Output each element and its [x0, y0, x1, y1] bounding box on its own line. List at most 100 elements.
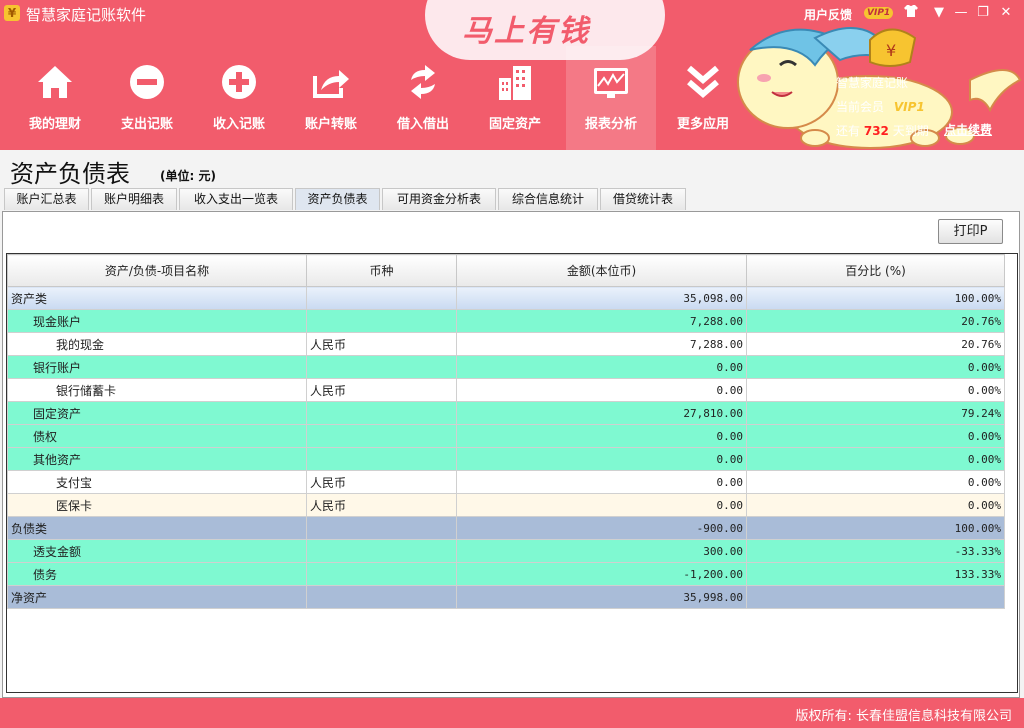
table-row[interactable]: 其他资产 0.00 0.00% [7, 447, 1005, 471]
cell-currency: 人民币 [306, 493, 457, 517]
cell-item-name: 固定资产 [7, 401, 307, 425]
cell-item-name: 其他资产 [7, 447, 307, 471]
toolbar-label: 报表分析 [584, 117, 637, 132]
column-header-percent[interactable]: 百分比 (%) [746, 254, 1005, 287]
cell-percent: 100.00% [746, 286, 1005, 310]
table-row[interactable]: 净资产 35,998.00 [7, 585, 1005, 609]
cell-item-name: 负债类 [7, 516, 307, 540]
header-banner: 马上有钱 ¥ 智慧家庭记账软件 用户反馈 VIP1 ▼ — ❐ ✕ 我的理财 支… [0, 0, 1024, 150]
expiry-days: 732 [863, 124, 889, 138]
cell-amount: 0.00 [456, 470, 747, 494]
cell-item-name: 债务 [7, 562, 307, 586]
toolbar-label: 收入记账 [212, 117, 265, 132]
cell-amount: 0.00 [456, 493, 747, 517]
expiry-suffix: 天到期 [892, 124, 929, 138]
cell-amount: 0.00 [456, 447, 747, 471]
cell-amount: -900.00 [456, 516, 747, 540]
column-header-currency[interactable]: 币种 [306, 254, 457, 287]
toolbar-transfer[interactable]: 账户转账 [286, 46, 376, 150]
transfer-icon [313, 70, 349, 98]
cell-item-name: 净资产 [7, 585, 307, 609]
expiry-prefix: 还有 [836, 124, 861, 138]
svg-text:¥: ¥ [886, 41, 896, 60]
print-button[interactable]: 打印P [938, 219, 1003, 244]
toolbar-borrow-lend[interactable]: 借入借出 [378, 46, 468, 150]
cell-amount: 7,288.00 [456, 309, 747, 333]
toolbar-my-finance[interactable]: 我的理财 [10, 46, 100, 150]
cell-percent: 0.00% [746, 355, 1005, 379]
cell-percent: 79.24% [746, 401, 1005, 425]
table-row[interactable]: 支付宝 人民币 0.00 0.00% [7, 470, 1005, 494]
refresh-icon [411, 65, 435, 99]
building-icon [499, 66, 531, 100]
cell-currency [306, 539, 457, 563]
cell-percent: 0.00% [746, 447, 1005, 471]
tab-account-summary[interactable]: 账户汇总表 [4, 188, 89, 210]
table-row[interactable]: 我的现金 人民币 7,288.00 20.76% [7, 332, 1005, 356]
tab-comprehensive-stats[interactable]: 综合信息统计 [498, 188, 598, 210]
toolbar-report-analysis[interactable]: 报表分析 [566, 46, 656, 150]
cell-currency [306, 355, 457, 379]
tab-balance-sheet[interactable]: 资产负债表 [295, 188, 380, 210]
expiry-info: 还有 732 天到期 [836, 122, 929, 139]
page-title: 资产负债表 [10, 160, 130, 188]
column-header-amount[interactable]: 金额(本位币) [456, 254, 747, 287]
toolbar-label: 账户转账 [304, 117, 357, 132]
cell-item-name: 银行账户 [7, 355, 307, 379]
double-chevron-icon [687, 65, 719, 98]
table-row[interactable]: 资产类 35,098.00 100.00% [7, 286, 1005, 310]
cell-item-name: 银行储蓄卡 [7, 378, 307, 402]
app-logo-icon: ¥ [4, 5, 20, 21]
cell-currency [306, 516, 457, 540]
table-row[interactable]: 医保卡 人民币 0.00 0.00% [7, 493, 1005, 517]
cell-percent: 0.00% [746, 378, 1005, 402]
cell-amount: 0.00 [456, 378, 747, 402]
table-row[interactable]: 债务 -1,200.00 133.33% [7, 562, 1005, 586]
cell-amount: 27,810.00 [456, 401, 747, 425]
cell-percent [746, 585, 1005, 609]
toolbar-label: 支出记账 [120, 117, 173, 132]
cell-amount: 7,288.00 [456, 332, 747, 356]
cell-percent: 20.76% [746, 332, 1005, 356]
vip-badge: VIP1 [864, 7, 894, 19]
table-row[interactable]: 透支金额 300.00 -33.33% [7, 539, 1005, 563]
toolbar-expense[interactable]: 支出记账 [102, 46, 192, 150]
cell-amount: -1,200.00 [456, 562, 747, 586]
toolbar-label: 我的理财 [28, 117, 81, 132]
cell-amount: 0.00 [456, 355, 747, 379]
app-title: 智慧家庭记账软件 [26, 6, 147, 24]
table-row[interactable]: 银行储蓄卡 人民币 0.00 0.00% [7, 378, 1005, 402]
cell-percent: 100.00% [746, 516, 1005, 540]
tab-account-detail[interactable]: 账户明细表 [91, 188, 177, 210]
tab-income-expense[interactable]: 收入支出一览表 [179, 188, 293, 210]
column-header-item[interactable]: 资产/负债-项目名称 [7, 254, 307, 287]
table-row[interactable]: 现金账户 7,288.00 20.76% [7, 309, 1005, 333]
cell-percent: 0.00% [746, 424, 1005, 448]
cell-currency [306, 424, 457, 448]
renew-link[interactable]: 点击续费 [944, 121, 992, 138]
cell-amount: 0.00 [456, 424, 747, 448]
toolbar-label: 借入借出 [396, 117, 449, 132]
toolbar-label: 固定资产 [488, 117, 541, 132]
copyright-text: 版权所有: 长春佳盟信息科技有限公司 [795, 709, 1012, 724]
table-header-row: 资产/负债-项目名称 币种 金额(本位币) 百分比 (%) [7, 254, 1005, 287]
table-row[interactable]: 负债类 -900.00 100.00% [7, 516, 1005, 540]
member-label: 当前会员 [836, 100, 885, 114]
cell-percent: 20.76% [746, 309, 1005, 333]
member-vip-badge: VIP1 [893, 100, 925, 114]
toolbar-income[interactable]: 收入记账 [194, 46, 284, 150]
cell-percent: 0.00% [746, 493, 1005, 517]
cell-currency: 人民币 [306, 470, 457, 494]
cell-amount: 35,998.00 [456, 585, 747, 609]
footer-bar: 版权所有: 长春佳盟信息科技有限公司 [0, 698, 1024, 728]
table-row[interactable]: 银行账户 0.00 0.00% [7, 355, 1005, 379]
tab-loan-stats[interactable]: 借贷统计表 [600, 188, 686, 210]
toolbar-fixed-assets[interactable]: 固定资产 [470, 46, 560, 150]
cell-currency: 人民币 [306, 378, 457, 402]
tab-available-funds[interactable]: 可用资金分析表 [382, 188, 496, 210]
table-row[interactable]: 债权 0.00 0.00% [7, 424, 1005, 448]
table-row[interactable]: 固定资产 27,810.00 79.24% [7, 401, 1005, 425]
app-window: 马上有钱 ¥ 智慧家庭记账软件 用户反馈 VIP1 ▼ — ❐ ✕ 我的理财 支… [0, 0, 1024, 728]
cell-percent: -33.33% [746, 539, 1005, 563]
user-greeting: 智慧家庭记账 [836, 76, 909, 90]
